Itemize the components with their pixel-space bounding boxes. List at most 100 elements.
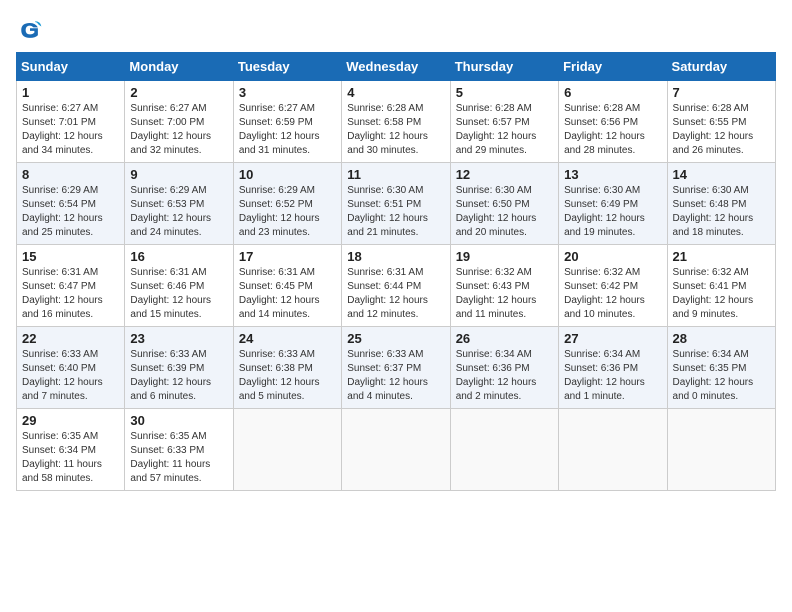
calendar-cell: 29 Sunrise: 6:35 AM Sunset: 6:34 PM Dayli… [17, 409, 125, 491]
calendar-cell: 11 Sunrise: 6:30 AM Sunset: 6:51 PM Dayli… [342, 163, 450, 245]
calendar-cell: 28 Sunrise: 6:34 AM Sunset: 6:35 PM Dayli… [667, 327, 775, 409]
weekday-header-sunday: Sunday [17, 53, 125, 81]
calendar-cell: 21 Sunrise: 6:32 AM Sunset: 6:41 PM Dayli… [667, 245, 775, 327]
day-detail: Sunrise: 6:30 AM Sunset: 6:49 PM Dayligh… [564, 184, 661, 240]
calendar-cell: 1 Sunrise: 6:27 AM Sunset: 7:01 PM Daylig… [17, 81, 125, 163]
day-detail: Sunrise: 6:33 AM Sunset: 6:38 PM Dayligh… [239, 348, 336, 404]
day-number: 16 [130, 249, 227, 264]
day-detail: Sunrise: 6:31 AM Sunset: 6:44 PM Dayligh… [347, 266, 444, 322]
day-detail: Sunrise: 6:33 AM Sunset: 6:37 PM Dayligh… [347, 348, 444, 404]
day-number: 9 [130, 167, 227, 182]
calendar-cell: 27Sunrise: 6:34 AM Sunset: 6:36 PM Dayli… [559, 327, 667, 409]
calendar-cell: 6 Sunrise: 6:28 AM Sunset: 6:56 PM Daylig… [559, 81, 667, 163]
day-number: 27 [564, 331, 661, 346]
calendar-cell: 17 Sunrise: 6:31 AM Sunset: 6:45 PM Dayli… [233, 245, 341, 327]
day-number: 2 [130, 85, 227, 100]
calendar-table: SundayMondayTuesdayWednesdayThursdayFrid… [16, 52, 776, 491]
page-header [16, 16, 776, 44]
day-detail: Sunrise: 6:32 AM Sunset: 6:43 PM Dayligh… [456, 266, 553, 322]
day-detail: Sunrise: 6:30 AM Sunset: 6:51 PM Dayligh… [347, 184, 444, 240]
day-number: 12 [456, 167, 553, 182]
day-detail: Sunrise: 6:35 AM Sunset: 6:34 PM Dayligh… [22, 430, 119, 486]
calendar-cell: 22 Sunrise: 6:33 AM Sunset: 6:40 PM Dayli… [17, 327, 125, 409]
day-detail: Sunrise: 6:34 AM Sunset: 6:36 PM Dayligh… [456, 348, 553, 404]
day-number: 15 [22, 249, 119, 264]
day-number: 17 [239, 249, 336, 264]
calendar-cell: 13 Sunrise: 6:30 AM Sunset: 6:49 PM Dayli… [559, 163, 667, 245]
day-number: 4 [347, 85, 444, 100]
day-detail: Sunrise: 6:27 AM Sunset: 7:00 PM Dayligh… [130, 102, 227, 158]
day-detail: Sunrise: 6:31 AM Sunset: 6:47 PM Dayligh… [22, 266, 119, 322]
day-detail: Sunrise: 6:30 AM Sunset: 6:48 PM Dayligh… [673, 184, 770, 240]
day-number: 28 [673, 331, 770, 346]
calendar-cell: 2 Sunrise: 6:27 AM Sunset: 7:00 PM Daylig… [125, 81, 233, 163]
weekday-header-friday: Friday [559, 53, 667, 81]
day-number: 26 [456, 331, 553, 346]
day-detail: Sunrise: 6:27 AM Sunset: 7:01 PM Dayligh… [22, 102, 119, 158]
calendar-cell: 25 Sunrise: 6:33 AM Sunset: 6:37 PM Dayli… [342, 327, 450, 409]
logo [16, 16, 48, 44]
day-number: 1 [22, 85, 119, 100]
weekday-header-monday: Monday [125, 53, 233, 81]
day-detail: Sunrise: 6:33 AM Sunset: 6:40 PM Dayligh… [22, 348, 119, 404]
day-detail: Sunrise: 6:30 AM Sunset: 6:50 PM Dayligh… [456, 184, 553, 240]
calendar-cell: 8 Sunrise: 6:29 AM Sunset: 6:54 PM Daylig… [17, 163, 125, 245]
calendar-cell: 24 Sunrise: 6:33 AM Sunset: 6:38 PM Dayli… [233, 327, 341, 409]
calendar-week-2: 8 Sunrise: 6:29 AM Sunset: 6:54 PM Daylig… [17, 163, 776, 245]
day-number: 24 [239, 331, 336, 346]
day-number: 5 [456, 85, 553, 100]
calendar-cell: 7 Sunrise: 6:28 AM Sunset: 6:55 PM Daylig… [667, 81, 775, 163]
day-detail: Sunrise: 6:29 AM Sunset: 6:52 PM Dayligh… [239, 184, 336, 240]
day-number: 7 [673, 85, 770, 100]
day-number: 10 [239, 167, 336, 182]
calendar-cell: 18 Sunrise: 6:31 AM Sunset: 6:44 PM Dayli… [342, 245, 450, 327]
day-number: 29 [22, 413, 119, 428]
calendar-cell: 14 Sunrise: 6:30 AM Sunset: 6:48 PM Dayli… [667, 163, 775, 245]
day-number: 25 [347, 331, 444, 346]
calendar-cell: 16Sunrise: 6:31 AM Sunset: 6:46 PM Dayli… [125, 245, 233, 327]
calendar-cell: 9Sunrise: 6:29 AM Sunset: 6:53 PM Daylig… [125, 163, 233, 245]
day-detail: Sunrise: 6:33 AM Sunset: 6:39 PM Dayligh… [130, 348, 227, 404]
calendar-week-4: 22 Sunrise: 6:33 AM Sunset: 6:40 PM Dayli… [17, 327, 776, 409]
day-detail: Sunrise: 6:27 AM Sunset: 6:59 PM Dayligh… [239, 102, 336, 158]
day-detail: Sunrise: 6:28 AM Sunset: 6:56 PM Dayligh… [564, 102, 661, 158]
calendar-cell: 26 Sunrise: 6:34 AM Sunset: 6:36 PM Dayli… [450, 327, 558, 409]
day-number: 3 [239, 85, 336, 100]
calendar-cell: 23 Sunrise: 6:33 AM Sunset: 6:39 PM Dayli… [125, 327, 233, 409]
calendar-week-5: 29 Sunrise: 6:35 AM Sunset: 6:34 PM Dayli… [17, 409, 776, 491]
calendar-cell: 30 Sunrise: 6:35 AM Sunset: 6:33 PM Dayli… [125, 409, 233, 491]
calendar-cell: 5Sunrise: 6:28 AM Sunset: 6:57 PM Daylig… [450, 81, 558, 163]
day-number: 6 [564, 85, 661, 100]
day-number: 23 [130, 331, 227, 346]
day-detail: Sunrise: 6:29 AM Sunset: 6:54 PM Dayligh… [22, 184, 119, 240]
calendar-cell: 10 Sunrise: 6:29 AM Sunset: 6:52 PM Dayli… [233, 163, 341, 245]
day-detail: Sunrise: 6:32 AM Sunset: 6:41 PM Dayligh… [673, 266, 770, 322]
logo-icon [16, 16, 44, 44]
calendar-cell [667, 409, 775, 491]
calendar-cell: 15 Sunrise: 6:31 AM Sunset: 6:47 PM Dayli… [17, 245, 125, 327]
calendar-cell: 20 Sunrise: 6:32 AM Sunset: 6:42 PM Dayli… [559, 245, 667, 327]
day-detail: Sunrise: 6:34 AM Sunset: 6:35 PM Dayligh… [673, 348, 770, 404]
day-number: 20 [564, 249, 661, 264]
day-detail: Sunrise: 6:28 AM Sunset: 6:58 PM Dayligh… [347, 102, 444, 158]
weekday-header-wednesday: Wednesday [342, 53, 450, 81]
day-detail: Sunrise: 6:32 AM Sunset: 6:42 PM Dayligh… [564, 266, 661, 322]
day-number: 18 [347, 249, 444, 264]
day-number: 30 [130, 413, 227, 428]
weekday-header-thursday: Thursday [450, 53, 558, 81]
calendar-cell [450, 409, 558, 491]
day-number: 11 [347, 167, 444, 182]
day-number: 22 [22, 331, 119, 346]
day-detail: Sunrise: 6:35 AM Sunset: 6:33 PM Dayligh… [130, 430, 227, 486]
day-number: 14 [673, 167, 770, 182]
calendar-week-1: 1 Sunrise: 6:27 AM Sunset: 7:01 PM Daylig… [17, 81, 776, 163]
calendar-cell: 4 Sunrise: 6:28 AM Sunset: 6:58 PM Daylig… [342, 81, 450, 163]
calendar-cell [559, 409, 667, 491]
day-detail: Sunrise: 6:28 AM Sunset: 6:55 PM Dayligh… [673, 102, 770, 158]
day-number: 8 [22, 167, 119, 182]
weekday-header-saturday: Saturday [667, 53, 775, 81]
calendar-cell [233, 409, 341, 491]
day-number: 13 [564, 167, 661, 182]
day-detail: Sunrise: 6:31 AM Sunset: 6:45 PM Dayligh… [239, 266, 336, 322]
day-number: 21 [673, 249, 770, 264]
